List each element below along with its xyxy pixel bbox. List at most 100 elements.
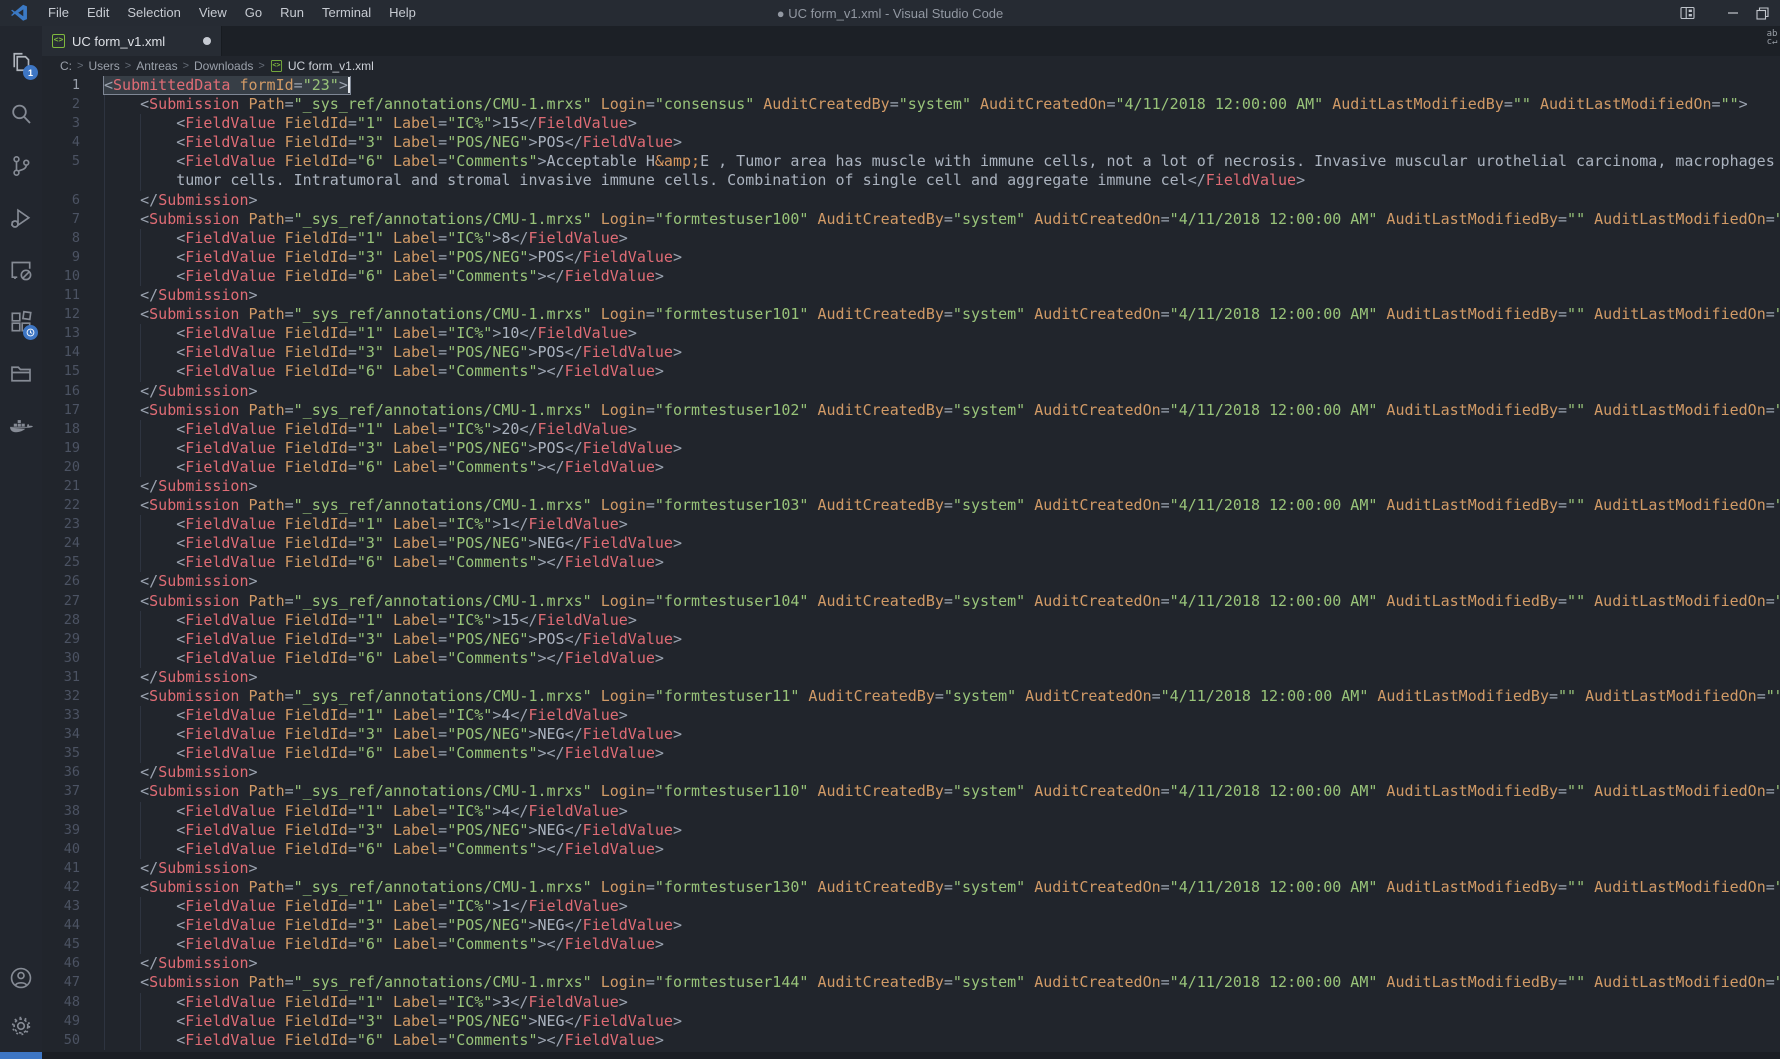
code-line[interactable]: 33 <FieldValue FieldId="1" Label="IC%">4… [42, 706, 1780, 725]
line-number[interactable]: 5 [42, 152, 96, 171]
code-line[interactable]: 42 <Submission Path="_sys_ref/annotation… [42, 878, 1780, 897]
code-text[interactable]: </Submission> [96, 477, 1780, 496]
code-line[interactable]: 28 <FieldValue FieldId="1" Label="IC%">1… [42, 611, 1780, 630]
minimize-icon[interactable] [1710, 0, 1756, 26]
code-text[interactable]: <FieldValue FieldId="3" Label="POS/NEG">… [96, 534, 1780, 553]
code-line[interactable]: 48 <FieldValue FieldId="1" Label="IC%">3… [42, 993, 1780, 1012]
code-text[interactable]: <FieldValue FieldId="1" Label="IC%">4</F… [96, 802, 1780, 821]
line-number[interactable]: 12 [42, 305, 96, 324]
code-line[interactable]: 45 <FieldValue FieldId="6" Label="Commen… [42, 935, 1780, 954]
breadcrumb-file[interactable]: UC form_v1.xml [288, 59, 374, 73]
code-text[interactable]: <Submission Path="_sys_ref/annotations/C… [96, 305, 1780, 324]
settings-gear-icon[interactable] [0, 1004, 42, 1048]
breadcrumb-drive[interactable]: C: [60, 59, 72, 73]
line-number[interactable]: 20 [42, 458, 96, 477]
line-number[interactable]: 16 [42, 382, 96, 401]
line-number[interactable]: 34 [42, 725, 96, 744]
code-line[interactable]: 14 <FieldValue FieldId="3" Label="POS/NE… [42, 343, 1780, 362]
menu-go[interactable]: Go [236, 0, 271, 26]
code-line[interactable]: 49 <FieldValue FieldId="3" Label="POS/NE… [42, 1012, 1780, 1031]
code-text[interactable]: <FieldValue FieldId="6" Label="Comments"… [96, 1031, 1780, 1050]
code-text[interactable]: <FieldValue FieldId="3" Label="POS/NEG">… [96, 916, 1780, 935]
code-line[interactable]: 36 </Submission> [42, 763, 1780, 782]
line-number[interactable]: 14 [42, 343, 96, 362]
line-number[interactable]: 49 [42, 1012, 96, 1031]
line-number[interactable]: 43 [42, 897, 96, 916]
menu-run[interactable]: Run [271, 0, 313, 26]
line-number[interactable]: 44 [42, 916, 96, 935]
line-number[interactable]: 21 [42, 477, 96, 496]
code-line[interactable]: 25 <FieldValue FieldId="6" Label="Commen… [42, 553, 1780, 572]
code-text[interactable]: <Submission Path="_sys_ref/annotations/C… [96, 687, 1780, 706]
line-number[interactable]: 19 [42, 439, 96, 458]
code-text[interactable]: </Submission> [96, 668, 1780, 687]
code-line[interactable]: 44 <FieldValue FieldId="3" Label="POS/NE… [42, 916, 1780, 935]
code-text[interactable]: <FieldValue FieldId="6" Label="Comments"… [96, 935, 1780, 954]
line-number[interactable]: 31 [42, 668, 96, 687]
code-text[interactable]: <FieldValue FieldId="6" Label="Comments"… [96, 744, 1780, 763]
code-line[interactable]: 23 <FieldValue FieldId="1" Label="IC%">1… [42, 515, 1780, 534]
code-text[interactable]: <FieldValue FieldId="6" Label="Comments"… [96, 649, 1780, 668]
line-number[interactable]: 33 [42, 706, 96, 725]
code-text[interactable]: <FieldValue FieldId="1" Label="IC%">4</F… [96, 706, 1780, 725]
code-text[interactable]: <FieldValue FieldId="3" Label="POS/NEG">… [96, 630, 1780, 649]
code-text[interactable]: <Submission Path="_sys_ref/annotations/C… [96, 401, 1780, 420]
line-number[interactable]: 1 [42, 76, 96, 95]
breadcrumb-users[interactable]: Users [88, 59, 119, 73]
code-line[interactable]: 18 <FieldValue FieldId="1" Label="IC%">2… [42, 420, 1780, 439]
code-line[interactable]: 17 <Submission Path="_sys_ref/annotation… [42, 401, 1780, 420]
line-number[interactable]: 17 [42, 401, 96, 420]
line-number[interactable]: 6 [42, 191, 96, 210]
code-line[interactable]: 2 <Submission Path="_sys_ref/annotations… [42, 95, 1780, 114]
code-line[interactable]: 8 <FieldValue FieldId="1" Label="IC%">8<… [42, 229, 1780, 248]
code-text[interactable]: <FieldValue FieldId="6" Label="Comments"… [96, 152, 1780, 171]
code-text[interactable]: <FieldValue FieldId="1" Label="IC%">1</F… [96, 515, 1780, 534]
code-text[interactable]: </Submission> [96, 286, 1780, 305]
code-line[interactable]: 12 <Submission Path="_sys_ref/annotation… [42, 305, 1780, 324]
line-number[interactable]: 22 [42, 496, 96, 515]
line-number[interactable]: 38 [42, 802, 96, 821]
code-line[interactable]: 43 <FieldValue FieldId="1" Label="IC%">1… [42, 897, 1780, 916]
accounts-icon[interactable] [0, 956, 42, 1000]
line-number[interactable]: 46 [42, 954, 96, 973]
code-text[interactable]: <FieldValue FieldId="6" Label="Comments"… [96, 362, 1780, 381]
code-text[interactable]: <FieldValue FieldId="3" Label="POS/NEG">… [96, 248, 1780, 267]
line-number[interactable]: 40 [42, 840, 96, 859]
code-text[interactable]: </Submission> [96, 572, 1780, 591]
code-line[interactable]: 16 </Submission> [42, 382, 1780, 401]
code-text[interactable]: <SubmittedData formId="23"> [96, 76, 1780, 95]
code-line[interactable]: 26 </Submission> [42, 572, 1780, 591]
line-number[interactable]: 24 [42, 534, 96, 553]
line-number[interactable]: 15 [42, 362, 96, 381]
code-line[interactable]: 21 </Submission> [42, 477, 1780, 496]
run-and-debug-icon[interactable] [0, 192, 42, 244]
code-line[interactable]: 29 <FieldValue FieldId="3" Label="POS/NE… [42, 630, 1780, 649]
line-number[interactable]: 13 [42, 324, 96, 343]
code-line[interactable]: 34 <FieldValue FieldId="3" Label="POS/NE… [42, 725, 1780, 744]
extensions-icon[interactable] [0, 296, 42, 348]
code-text[interactable]: <Submission Path="_sys_ref/annotations/C… [96, 878, 1780, 897]
menu-view[interactable]: View [190, 0, 236, 26]
code-line[interactable]: 15 <FieldValue FieldId="6" Label="Commen… [42, 362, 1780, 381]
code-line[interactable]: 19 <FieldValue FieldId="3" Label="POS/NE… [42, 439, 1780, 458]
line-number[interactable]: 23 [42, 515, 96, 534]
code-text[interactable]: <FieldValue FieldId="6" Label="Comments"… [96, 267, 1780, 286]
code-text[interactable]: <Submission Path="_sys_ref/annotations/C… [96, 592, 1780, 611]
project-folder-icon[interactable] [0, 348, 42, 400]
code-line[interactable]: 47 <Submission Path="_sys_ref/annotation… [42, 973, 1780, 992]
code-text[interactable]: </Submission> [96, 859, 1780, 878]
code-text[interactable]: tumor cells. Intratumoral and stromal in… [96, 171, 1780, 190]
line-number[interactable]: 7 [42, 210, 96, 229]
line-number[interactable]: 18 [42, 420, 96, 439]
line-number[interactable]: 42 [42, 878, 96, 897]
menu-file[interactable]: File [39, 0, 78, 26]
line-number[interactable]: 27 [42, 592, 96, 611]
code-text[interactable]: <Submission Path="_sys_ref/annotations/C… [96, 973, 1780, 992]
tab-uc-form-xml[interactable]: UC form_v1.xml [42, 26, 222, 56]
line-number[interactable]: 10 [42, 267, 96, 286]
code-line[interactable]: 11 </Submission> [42, 286, 1780, 305]
code-text[interactable]: <Submission Path="_sys_ref/annotations/C… [96, 782, 1780, 801]
line-number[interactable]: 2 [42, 95, 96, 114]
code-line[interactable]: 6 </Submission> [42, 191, 1780, 210]
code-line[interactable]: 10 <FieldValue FieldId="6" Label="Commen… [42, 267, 1780, 286]
